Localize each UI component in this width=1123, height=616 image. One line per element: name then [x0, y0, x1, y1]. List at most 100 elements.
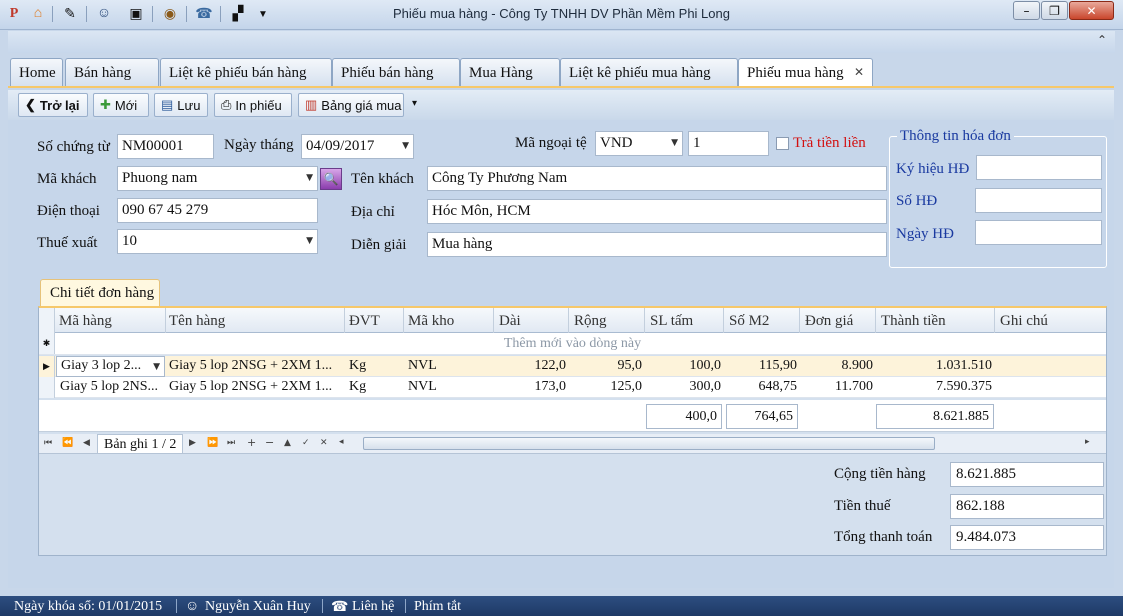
table-cell[interactable]: 11.700 — [801, 379, 873, 395]
toolbar-overflow-icon[interactable]: ▾ — [412, 98, 417, 109]
tab-mua-hang[interactable]: Mua Hàng — [460, 58, 560, 86]
thue-xuat-value: 10 — [122, 233, 137, 249]
new-row[interactable]: ✱ Thêm mới vào dòng này — [39, 333, 1106, 355]
tab-liet-ke-phieu-mua-hang[interactable]: Liệt kê phiếu mua hàng — [560, 58, 738, 86]
column-header[interactable]: Đơn giá — [805, 313, 853, 330]
column-header[interactable]: SL tấm — [650, 313, 693, 330]
tong-thanh-toan-field[interactable]: 9.484.073 — [950, 525, 1104, 550]
table-cell[interactable]: 8.900 — [801, 358, 874, 374]
ma-ngoai-te-select[interactable]: VND ▼ — [595, 131, 683, 156]
confirm-edit-icon[interactable]: ✓ — [302, 438, 310, 448]
column-header[interactable]: Mã hàng — [59, 313, 112, 330]
column-header[interactable]: Số M2 — [729, 313, 769, 330]
tab-phieu-mua-hang[interactable]: Phiếu mua hàng ✕ — [738, 58, 873, 88]
table-cell[interactable]: Giay 5 lop 2NS... — [60, 379, 164, 395]
customer-search-icon[interactable]: 🔍 — [320, 168, 342, 190]
tab-ban-hang[interactable]: Bán hàng — [65, 58, 159, 86]
dia-chi-label: Địa chỉ — [351, 204, 395, 220]
chevron-down-icon[interactable]: ▼ — [306, 236, 313, 246]
table-cell[interactable]: 115,90 — [725, 358, 797, 374]
table-cell[interactable]: 1.031.510 — [877, 358, 992, 374]
table-cell[interactable]: Giay 5 lop 2NSG + 2XM 1... — [169, 358, 341, 374]
next-page-icon[interactable]: ⏩ — [207, 438, 218, 448]
table-cell[interactable]: Giay 5 lop 2NSG + 2XM 1... — [169, 379, 341, 395]
user-icon: ☺ — [185, 599, 200, 614]
first-record-icon[interactable]: ⏮ — [44, 438, 52, 448]
cong-tien-hang-field[interactable]: 8.621.885 — [950, 462, 1104, 487]
table-cell[interactable]: Kg — [349, 358, 366, 374]
chevron-down-icon[interactable]: ▼ — [402, 141, 409, 151]
scrollbar-thumb[interactable] — [363, 437, 935, 450]
phim-tat-link[interactable]: Phím tắt — [414, 599, 461, 615]
column-header[interactable]: Dài — [499, 313, 521, 330]
cancel-edit-icon[interactable]: ✕ — [320, 438, 328, 448]
scroll-right-icon[interactable]: ▸ — [1085, 437, 1090, 447]
ky-hieu-hd-field[interactable] — [976, 155, 1102, 180]
chevron-down-icon[interactable]: ▼ — [153, 362, 160, 372]
ribbon-collapse-icon[interactable]: ⌃ — [1097, 33, 1107, 47]
prev-record-icon[interactable]: ◀ — [83, 438, 90, 448]
table-cell[interactable]: 173,0 — [495, 379, 567, 395]
record-position: Bản ghi 1 / 2 — [97, 434, 184, 454]
close-icon[interactable]: ✕ — [1069, 1, 1114, 20]
restore-icon[interactable]: ❐ — [1041, 1, 1068, 20]
table-row[interactable]: Giay 5 lop 2NS... Giay 5 lop 2NSG + 2XM … — [39, 377, 1106, 398]
tab-phieu-ban-hang[interactable]: Phiếu bán hàng — [332, 58, 460, 86]
tab-liet-ke-phieu-ban-hang[interactable]: Liệt kê phiếu bán hàng — [160, 58, 332, 86]
next-record-icon[interactable]: ▶ — [189, 438, 196, 448]
ngay-hd-field[interactable] — [975, 220, 1102, 245]
ma-ngoai-te-label: Mã ngoại tệ — [515, 135, 587, 151]
ma-khach-select[interactable]: Phuong nam ▼ — [117, 166, 318, 191]
save-button[interactable]: ▤ Lưu — [154, 93, 208, 117]
tab-chi-tiet-don-hang[interactable]: Chi tiết đơn hàng — [40, 279, 160, 306]
table-cell[interactable]: 648,75 — [725, 379, 798, 395]
horizontal-scrollbar[interactable]: ◂ ▸ — [339, 437, 1094, 450]
new-button[interactable]: ✚ Mới — [93, 93, 149, 117]
user-name[interactable]: Nguyễn Xuân Huy — [205, 599, 311, 615]
tra-tien-lien-checkbox[interactable] — [776, 137, 789, 150]
chevron-down-icon[interactable]: ▼ — [671, 138, 678, 148]
prev-page-icon[interactable]: ⏪ — [62, 438, 73, 448]
table-cell[interactable]: NVL — [408, 379, 437, 395]
column-header[interactable]: Mã kho — [408, 313, 454, 330]
table-cell[interactable]: 125,0 — [570, 379, 643, 395]
dien-giai-field[interactable]: Mua hàng — [427, 232, 887, 257]
delete-record-icon[interactable]: − — [265, 436, 274, 449]
minimize-icon[interactable]: – — [1013, 1, 1040, 20]
table-cell[interactable]: 95,0 — [570, 358, 643, 374]
dia-chi-field[interactable]: Hóc Môn, HCM — [427, 199, 887, 224]
table-row[interactable]: ▶ Giay 3 lop 2... ▼ Giay 5 lop 2NSG + 2X… — [39, 356, 1106, 377]
dien-thoai-field[interactable]: 090 67 45 279 — [117, 198, 318, 223]
column-header[interactable]: Ghi chú — [1000, 313, 1048, 330]
so-hd-field[interactable] — [975, 188, 1102, 213]
tien-thue-field[interactable]: 862.188 — [950, 494, 1104, 519]
tab-home[interactable]: Home — [10, 58, 63, 86]
thue-xuat-select[interactable]: 10 ▼ — [117, 229, 318, 254]
ten-khach-field[interactable]: Công Ty Phương Nam — [427, 166, 887, 191]
lien-he-link[interactable]: Liên hệ — [352, 599, 394, 615]
ma-hang-select[interactable]: Giay 3 lop 2... ▼ — [56, 356, 165, 377]
edit-record-icon[interactable]: ▲ — [284, 438, 291, 448]
column-header[interactable]: Thành tiền — [881, 313, 946, 330]
back-button[interactable]: ❮ Trở lại — [18, 93, 88, 117]
table-cell[interactable]: 7.590.375 — [877, 379, 992, 395]
close-tab-icon[interactable]: ✕ — [854, 65, 864, 79]
column-header[interactable]: ĐVT — [349, 313, 380, 330]
scroll-left-icon[interactable]: ◂ — [339, 437, 344, 447]
column-header[interactable]: Rộng — [574, 313, 607, 330]
last-record-icon[interactable]: ⏭ — [227, 438, 235, 448]
ngay-thang-picker[interactable]: 04/09/2017 ▼ — [301, 134, 414, 159]
so-chung-tu-field[interactable]: NM00001 — [117, 134, 214, 159]
table-cell[interactable]: 122,0 — [495, 358, 567, 374]
chevron-down-icon[interactable]: ▼ — [306, 173, 313, 183]
table-cell[interactable]: NVL — [408, 358, 437, 374]
add-record-icon[interactable]: + — [247, 436, 256, 449]
print-button[interactable]: ⎙ In phiếu — [214, 93, 292, 117]
table-cell[interactable]: 300,0 — [646, 379, 722, 395]
table-cell[interactable]: Kg — [349, 379, 366, 395]
price-list-button[interactable]: ▥ Bảng giá mua — [298, 93, 404, 117]
column-header[interactable]: Tên hàng — [169, 313, 225, 330]
table-cell[interactable]: 100,0 — [646, 358, 722, 374]
save-label: Lưu — [177, 97, 201, 113]
ty-gia-field[interactable]: 1 — [688, 131, 769, 156]
